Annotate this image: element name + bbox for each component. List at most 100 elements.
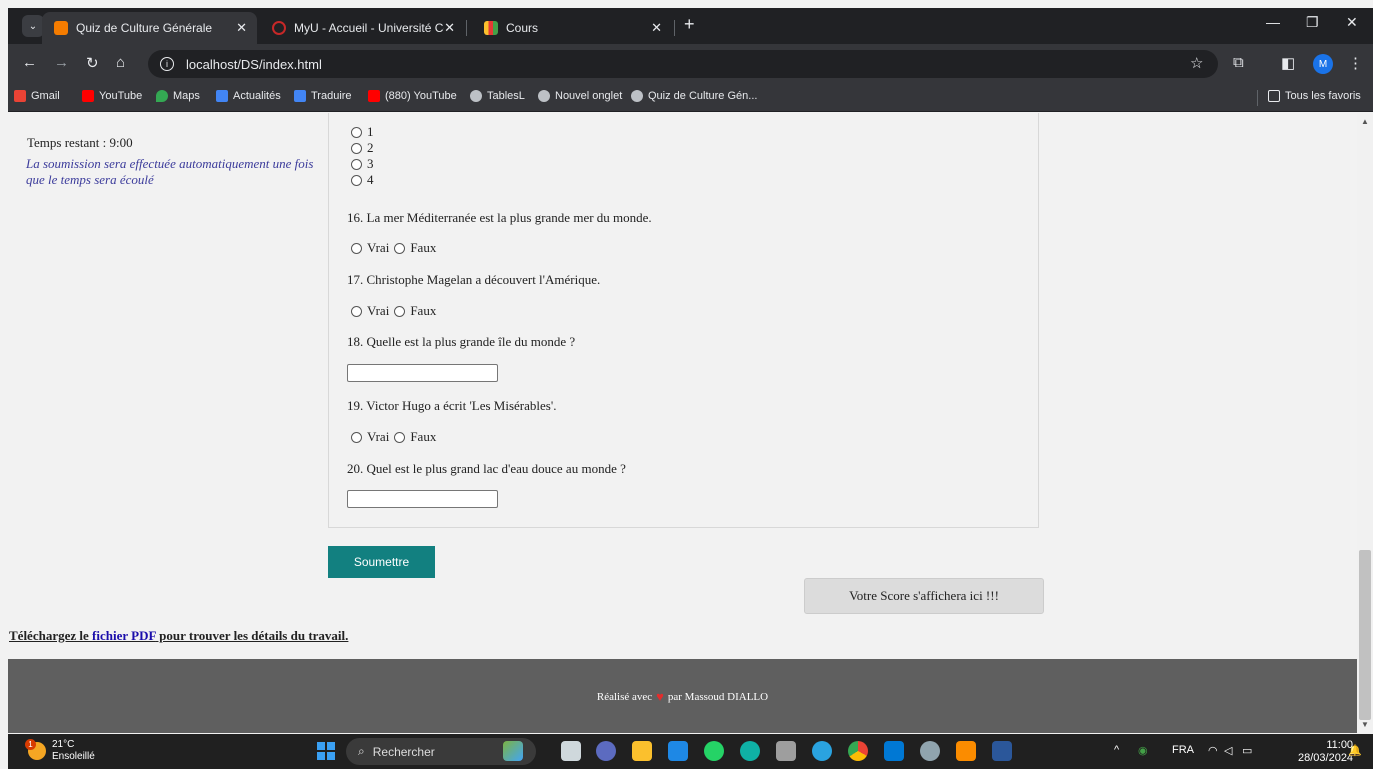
pdf-link[interactable]: fichier PDF — [92, 628, 156, 643]
option-3[interactable]: 3 — [351, 156, 374, 172]
language-indicator[interactable]: FRA — [1172, 744, 1194, 756]
copilot-icon[interactable]: ◉ — [1138, 744, 1148, 757]
whatsapp-icon[interactable] — [704, 741, 724, 761]
youtube-icon — [368, 90, 380, 102]
xampp-icon[interactable] — [956, 741, 976, 761]
q16-vrai-radio[interactable] — [351, 242, 362, 254]
q17-faux-radio[interactable] — [394, 305, 406, 317]
bookmark-maps[interactable]: Maps — [156, 90, 200, 102]
chevron-down-icon: ⌄ — [28, 20, 38, 32]
folder-icon — [1268, 90, 1280, 102]
url-text: localhost/DS/index.html — [186, 56, 322, 72]
windows-start-icon[interactable] — [317, 742, 335, 760]
radio-button[interactable] — [351, 126, 362, 138]
bookmarks-bar: Gmail YouTube Maps Actualités Traduire (… — [8, 84, 1373, 112]
settings-gear-icon[interactable] — [920, 741, 940, 761]
side-panel-icon[interactable]: ◧ — [1281, 54, 1295, 72]
chrome-icon[interactable] — [848, 741, 868, 761]
minimize-icon[interactable]: — — [1266, 14, 1280, 30]
task-view-icon[interactable] — [561, 741, 581, 761]
bookmark-quiz[interactable]: Quiz de Culture Gén... — [631, 90, 757, 102]
question-20: 20. Quel est le plus grand lac d'eau dou… — [347, 461, 626, 476]
option-1[interactable]: 1 — [351, 124, 374, 140]
sun-icon: 1 — [25, 739, 46, 760]
news-icon — [216, 90, 228, 102]
new-tab-plus-icon[interactable]: + — [684, 14, 695, 35]
q17-vrai-radio[interactable] — [351, 305, 362, 317]
menu-kebab-icon[interactable]: ⋮ — [1348, 54, 1363, 72]
globe-icon — [631, 90, 643, 102]
clock[interactable]: 11:00 28/03/2024 — [1298, 739, 1353, 765]
close-icon[interactable]: ✕ — [236, 20, 247, 36]
weather-widget[interactable]: 1 21°C Ensoleillé — [25, 739, 95, 763]
close-window-icon[interactable]: ✕ — [1346, 14, 1358, 31]
site-info-icon[interactable]: i — [160, 57, 174, 71]
forward-arrow-icon[interactable]: → — [54, 54, 69, 71]
bookmark-actualites[interactable]: Actualités — [216, 90, 281, 102]
tab-bar: ⌄ Quiz de Culture Générale ✕ MyU - Accue… — [8, 8, 1373, 44]
bookmark-star-icon[interactable]: ☆ — [1190, 54, 1203, 72]
notification-bell-icon[interactable]: 🔔 — [1348, 744, 1362, 757]
meet-icon[interactable] — [596, 741, 616, 761]
question-19: 19. Victor Hugo a écrit 'Les Misérables'… — [347, 398, 557, 413]
radio-button[interactable] — [351, 158, 362, 170]
radio-button[interactable] — [351, 142, 362, 154]
bookmark-youtube[interactable]: YouTube — [82, 90, 142, 102]
virtualbox-icon[interactable] — [776, 741, 796, 761]
q19-answers: Vrai Faux — [351, 429, 436, 445]
page-scrollbar[interactable]: ▲ ▼ — [1357, 113, 1373, 733]
globe-icon — [470, 90, 482, 102]
gmail-icon — [14, 90, 26, 102]
bookmark-tablesl[interactable]: TablesL — [470, 90, 525, 102]
word-icon[interactable] — [992, 741, 1012, 761]
heart-icon: ♥ — [656, 688, 664, 704]
search-icon: ⌕ — [358, 744, 365, 758]
desktop-window: ⌄ Quiz de Culture Générale ✕ MyU - Accue… — [0, 0, 1373, 769]
q20-answer-input[interactable] — [347, 490, 498, 508]
telegram-icon[interactable] — [812, 741, 832, 761]
wifi-icon[interactable]: ◠ — [1208, 744, 1218, 757]
avatar[interactable]: M — [1313, 54, 1333, 74]
bookmark-traduire[interactable]: Traduire — [294, 90, 352, 102]
file-explorer-icon[interactable] — [632, 741, 652, 761]
reload-icon[interactable]: ↻ — [86, 54, 99, 72]
battery-icon[interactable]: ▭ — [1242, 744, 1252, 757]
tab-myu[interactable]: MyU - Accueil - Université Cent ✕ — [260, 12, 465, 44]
close-icon[interactable]: ✕ — [444, 20, 455, 36]
bookmark-youtube-880[interactable]: (880) YouTube — [368, 90, 457, 102]
tray-overflow-chevron-icon[interactable]: ^ — [1114, 744, 1119, 756]
address-bar[interactable]: i localhost/DS/index.html — [148, 50, 1218, 78]
q18-answer-input[interactable] — [347, 364, 498, 382]
scroll-down-icon[interactable]: ▼ — [1361, 720, 1369, 729]
radio-button[interactable] — [351, 174, 362, 186]
bookmark-nouvel-onglet[interactable]: Nouvel onglet — [538, 90, 622, 102]
tab-quiz[interactable]: Quiz de Culture Générale ✕ — [42, 12, 257, 44]
scrollbar-thumb[interactable] — [1359, 550, 1371, 720]
bookmarks-separator — [1257, 90, 1258, 106]
volume-icon[interactable]: ◁ — [1224, 744, 1232, 757]
vscode-icon[interactable] — [884, 741, 904, 761]
all-bookmarks-folder[interactable]: Tous les favoris — [1268, 90, 1361, 102]
bookmark-gmail[interactable]: Gmail — [14, 90, 60, 102]
download-instructions: Téléchargez le fichier PDF pour trouver … — [9, 628, 349, 643]
tab-cours[interactable]: Cours ✕ — [472, 12, 672, 44]
extensions-icon[interactable]: ⧉ — [1233, 54, 1244, 71]
q19-faux-radio[interactable] — [394, 431, 406, 443]
q19-vrai-radio[interactable] — [351, 431, 362, 443]
q16-answers: Vrai Faux — [351, 240, 436, 256]
translate-icon — [294, 90, 306, 102]
submit-button[interactable]: Soumettre — [328, 546, 435, 578]
edge-icon[interactable] — [740, 741, 760, 761]
back-arrow-icon[interactable]: ← — [22, 54, 37, 71]
scroll-up-icon[interactable]: ▲ — [1361, 117, 1369, 126]
home-icon[interactable]: ⌂ — [116, 54, 125, 71]
option-4[interactable]: 4 — [351, 172, 374, 188]
q16-faux-radio[interactable] — [394, 242, 406, 254]
widget-scene-icon[interactable] — [503, 741, 523, 761]
restore-icon[interactable]: ❐ — [1306, 14, 1319, 31]
tab-search-button[interactable]: ⌄ — [22, 15, 44, 37]
option-2[interactable]: 2 — [351, 140, 374, 156]
close-icon[interactable]: ✕ — [651, 20, 662, 36]
mail-icon[interactable] — [668, 741, 688, 761]
auto-submit-note: La soumission sera effectuée automatique… — [26, 156, 314, 187]
